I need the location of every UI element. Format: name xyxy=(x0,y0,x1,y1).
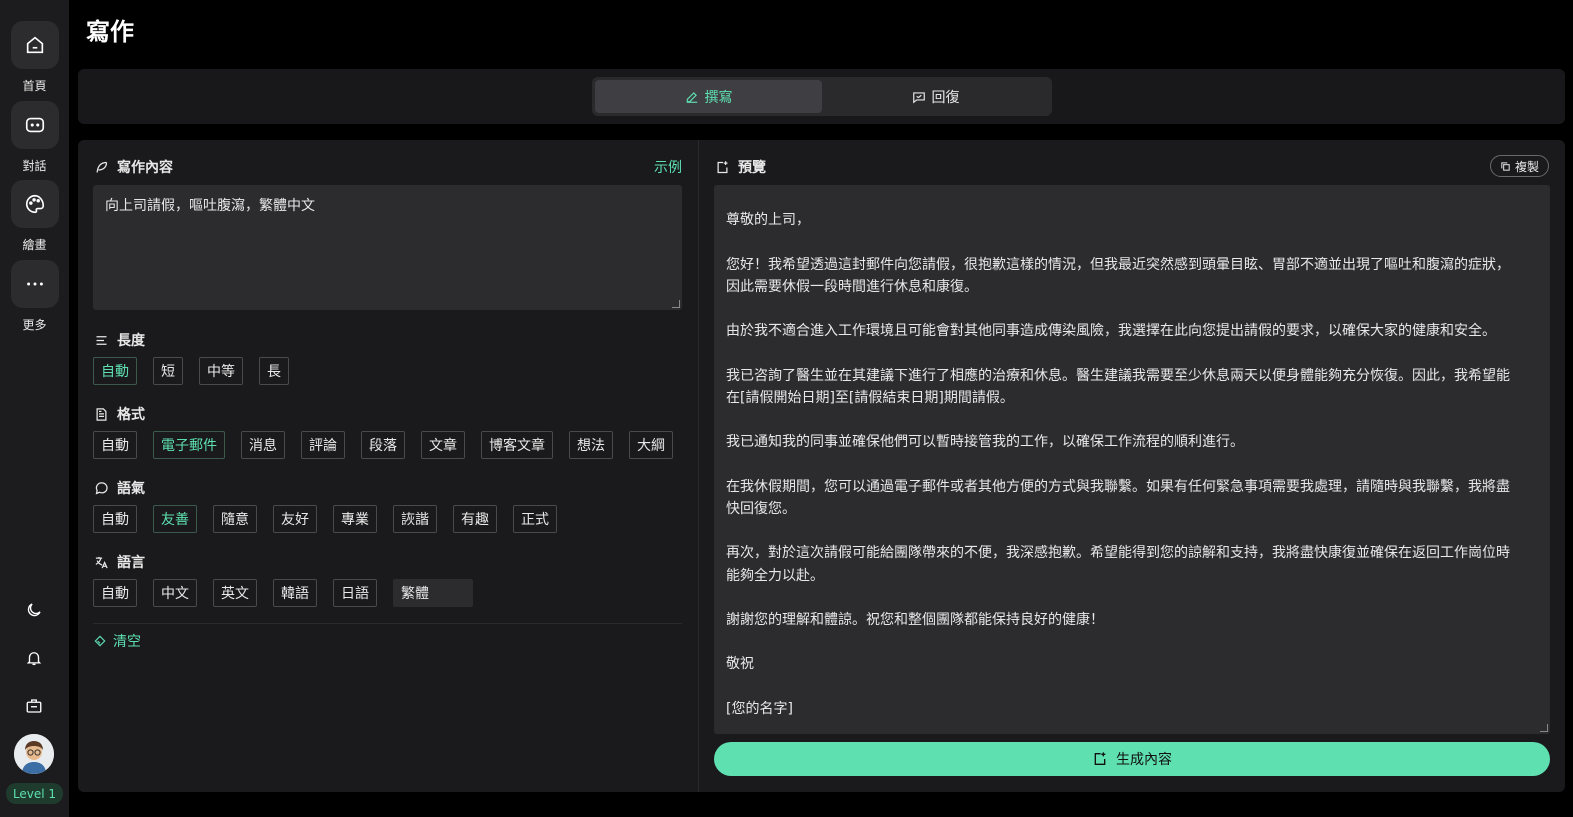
preview-panel: 預覽 複製 主題：向上司請假，嘔吐腹瀉 尊敬的上司， 您好！我希望透過這封郵件向… xyxy=(698,140,1565,792)
language-custom-input[interactable]: 繁體 xyxy=(393,579,473,607)
align-left-icon xyxy=(96,335,107,345)
sidebar-item-more[interactable]: 更多 xyxy=(0,260,69,333)
tab-compose-label: 撰寫 xyxy=(704,89,733,106)
length-option[interactable]: 長 xyxy=(259,357,289,385)
format-section-title: 格式 xyxy=(94,404,145,424)
format-options: 自動 電子郵件 消息 評論 段落 文章 博客文章 想法 大綱 xyxy=(93,431,673,459)
tone-option[interactable]: 自動 xyxy=(93,505,137,533)
tone-option[interactable]: 詼諧 xyxy=(393,505,437,533)
format-option[interactable]: 博客文章 xyxy=(481,431,553,459)
bell-icon xyxy=(26,652,42,666)
home-icon xyxy=(26,36,43,54)
message-square-icon xyxy=(912,91,925,103)
sidebar-item-chat[interactable]: 對話 xyxy=(0,101,69,174)
preview-output[interactable]: 主題：向上司請假，嘔吐腹瀉 尊敬的上司， 您好！我希望透過這封郵件向您請假，很抱… xyxy=(714,185,1550,734)
language-option[interactable]: 日語 xyxy=(333,579,377,607)
format-option[interactable]: 段落 xyxy=(361,431,405,459)
sidebar-item-label: 首頁 xyxy=(22,79,47,93)
language-section-title: 語言 xyxy=(94,552,145,572)
new-document-icon xyxy=(717,160,728,173)
language-options: 自動 中文 英文 韓語 日語 繁體 xyxy=(93,579,473,607)
moon-icon xyxy=(27,603,41,617)
preview-text: 主題：向上司請假，嘔吐腹瀉 尊敬的上司， 您好！我希望透過這封郵件向您請假，很抱… xyxy=(726,212,1510,717)
speech-bubble-icon xyxy=(95,481,108,495)
language-option[interactable]: 英文 xyxy=(213,579,257,607)
sidebar-item-label: 更多 xyxy=(22,318,47,332)
page-title: 寫作 xyxy=(86,18,134,46)
format-option[interactable]: 評論 xyxy=(301,431,345,459)
resize-handle[interactable] xyxy=(672,300,680,308)
copy-button[interactable]: 複製 xyxy=(1489,155,1549,177)
translate-icon xyxy=(95,556,108,568)
format-option[interactable]: 文章 xyxy=(421,431,465,459)
sidebar-item-draw[interactable]: 繪畫 xyxy=(0,180,69,253)
language-option[interactable]: 中文 xyxy=(153,579,197,607)
copy-icon xyxy=(1501,161,1510,171)
length-option[interactable]: 自動 xyxy=(93,357,137,385)
sidebar-item-home[interactable]: 首頁 xyxy=(0,21,69,94)
content-input[interactable]: 向上司請假，嘔吐腹瀉，繁體中文 xyxy=(93,185,682,310)
more-icon xyxy=(26,282,43,286)
preview-section-title: 預覽 xyxy=(715,157,766,177)
format-option[interactable]: 消息 xyxy=(241,431,285,459)
sidebar-item-label: 繪畫 xyxy=(22,238,47,252)
mode-tabs: 撰寫 回復 xyxy=(592,77,1052,116)
sidebar: 首頁 對話 繪畫 更多 Level 1 xyxy=(0,0,69,817)
tone-option[interactable]: 有趣 xyxy=(453,505,497,533)
length-options: 自動短中等長 xyxy=(93,357,289,385)
language-option[interactable]: 韓語 xyxy=(273,579,317,607)
language-option[interactable]: 自動 xyxy=(93,579,137,607)
generate-icon xyxy=(1094,752,1106,765)
avatar[interactable] xyxy=(14,734,54,774)
level-badge: Level 1 xyxy=(6,783,63,804)
generate-button[interactable]: 生成內容 xyxy=(714,742,1550,776)
divider xyxy=(93,623,682,624)
eraser-icon xyxy=(94,635,106,647)
format-option[interactable]: 電子郵件 xyxy=(153,431,225,459)
tone-option[interactable]: 隨意 xyxy=(213,505,257,533)
clear-button[interactable]: 清空 xyxy=(93,631,141,651)
toolbox-icon xyxy=(26,699,42,713)
length-section-title: 長度 xyxy=(94,330,145,350)
chat-icon xyxy=(25,117,44,133)
writing-panel: 寫作內容 示例 向上司請假，嘔吐腹瀉，繁體中文 長度 自動短中等長 格式 自動電… xyxy=(78,140,698,792)
length-option[interactable]: 中等 xyxy=(199,357,243,385)
tab-reply[interactable]: 回復 xyxy=(822,80,1049,113)
format-option[interactable]: 自動 xyxy=(93,431,137,459)
format-option[interactable]: 大綱 xyxy=(629,431,673,459)
format-option[interactable]: 想法 xyxy=(569,431,613,459)
tone-section-title: 語氣 xyxy=(94,478,145,498)
tone-option[interactable]: 正式 xyxy=(513,505,557,533)
content-section-title: 寫作內容 xyxy=(94,157,173,177)
notifications-button[interactable] xyxy=(22,646,46,670)
pencil-icon xyxy=(686,91,697,103)
tab-reply-label: 回復 xyxy=(931,89,960,106)
sidebar-item-label: 對話 xyxy=(22,159,47,173)
theme-toggle-button[interactable] xyxy=(22,598,46,622)
tone-option[interactable]: 友善 xyxy=(153,505,197,533)
resize-handle[interactable] xyxy=(1540,724,1548,732)
tools-button[interactable] xyxy=(22,694,46,718)
tone-option[interactable]: 專業 xyxy=(333,505,377,533)
palette-icon xyxy=(25,194,44,214)
document-icon xyxy=(96,407,107,421)
feather-icon xyxy=(96,161,108,173)
tab-compose[interactable]: 撰寫 xyxy=(595,80,822,113)
example-link[interactable]: 示例 xyxy=(654,157,682,177)
tone-options: 自動 友善 隨意 友好 專業 詼諧 有趣 正式 xyxy=(93,505,557,533)
length-option[interactable]: 短 xyxy=(153,357,183,385)
tone-option[interactable]: 友好 xyxy=(273,505,317,533)
